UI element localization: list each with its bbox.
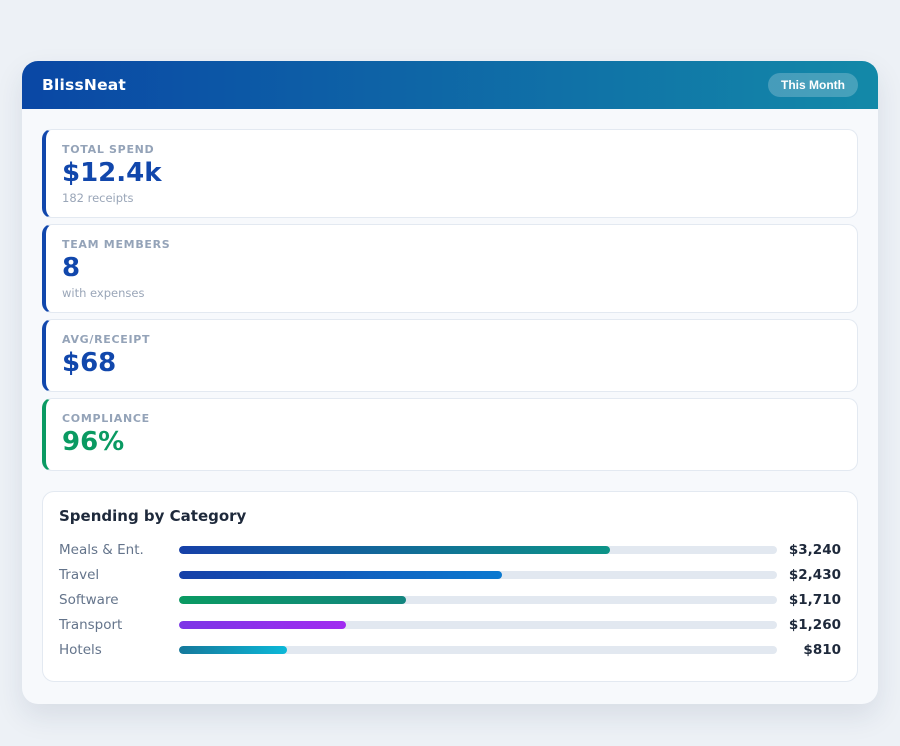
stat-card-team-members: TEAM MEMBERS 8 with expenses xyxy=(42,224,858,313)
bar-track xyxy=(179,596,777,604)
chart-row: Transport $1,260 xyxy=(59,613,841,638)
stat-card-avg-receipt: AVG/RECEIPT $68 xyxy=(42,319,858,392)
bar-value: $3,240 xyxy=(777,542,841,558)
category-label: Hotels xyxy=(59,642,179,658)
bar-track xyxy=(179,546,777,554)
chart-row: Software $1,710 xyxy=(59,588,841,613)
category-label: Meals & Ent. xyxy=(59,542,179,558)
stat-subtext: 182 receipts xyxy=(62,191,841,205)
app-header: BlissNeat This Month xyxy=(22,61,878,109)
bar-track xyxy=(179,621,777,629)
stat-value: $12.4k xyxy=(62,159,841,189)
chart-title: Spending by Category xyxy=(59,507,841,525)
bar-fill xyxy=(179,646,287,654)
period-badge[interactable]: This Month xyxy=(768,73,858,97)
bar-value: $1,260 xyxy=(777,617,841,633)
bar-value: $810 xyxy=(777,642,841,658)
stat-label: TOTAL SPEND xyxy=(62,143,841,156)
chart-row: Meals & Ent. $3,240 xyxy=(59,538,841,563)
bar-value: $2,430 xyxy=(777,567,841,583)
stat-value: 8 xyxy=(62,254,841,284)
spending-by-category-card: Spending by Category Meals & Ent. $3,240 T… xyxy=(42,491,858,682)
category-label: Transport xyxy=(59,617,179,633)
stat-card-total-spend: TOTAL SPEND $12.4k 182 receipts xyxy=(42,129,858,218)
stat-label: COMPLIANCE xyxy=(62,412,841,425)
stat-value: $68 xyxy=(62,349,841,379)
dashboard-content: TOTAL SPEND $12.4k 182 receipts TEAM MEM… xyxy=(22,109,878,704)
stat-label: TEAM MEMBERS xyxy=(62,238,841,251)
stat-value: 96% xyxy=(62,428,841,458)
chart-row: Hotels $810 xyxy=(59,638,841,663)
bar-value: $1,710 xyxy=(777,592,841,608)
category-label: Software xyxy=(59,592,179,608)
stat-card-compliance: COMPLIANCE 96% xyxy=(42,398,858,471)
category-label: Travel xyxy=(59,567,179,583)
category-bar-chart: Meals & Ent. $3,240 Travel $2,430 Software $1… xyxy=(59,538,841,663)
bar-fill xyxy=(179,596,406,604)
app-title: BlissNeat xyxy=(42,76,126,94)
chart-row: Travel $2,430 xyxy=(59,563,841,588)
bar-track xyxy=(179,646,777,654)
bar-fill xyxy=(179,546,610,554)
stat-subtext: with expenses xyxy=(62,286,841,300)
bar-fill xyxy=(179,571,502,579)
dashboard-panel: BlissNeat This Month TOTAL SPEND $12.4k … xyxy=(22,61,878,704)
bar-fill xyxy=(179,621,346,629)
bar-track xyxy=(179,571,777,579)
stat-label: AVG/RECEIPT xyxy=(62,333,841,346)
